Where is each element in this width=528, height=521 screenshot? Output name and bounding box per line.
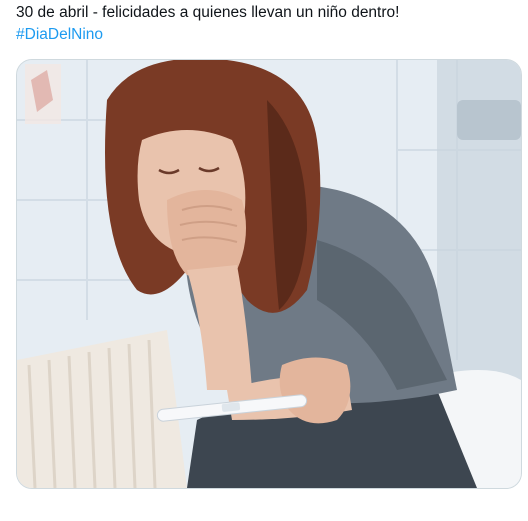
tweet-text-line: 30 de abril - felicidades a quienes llev… [16,4,400,21]
tank-lid [457,100,521,140]
tweet-photo[interactable] [16,59,522,489]
photo-illustration [17,60,521,488]
tweet-text: 30 de abril - felicidades a quienes llev… [16,2,516,46]
hashtag-link[interactable]: #DiaDelNino [16,24,516,46]
wall-decoration [25,64,61,124]
